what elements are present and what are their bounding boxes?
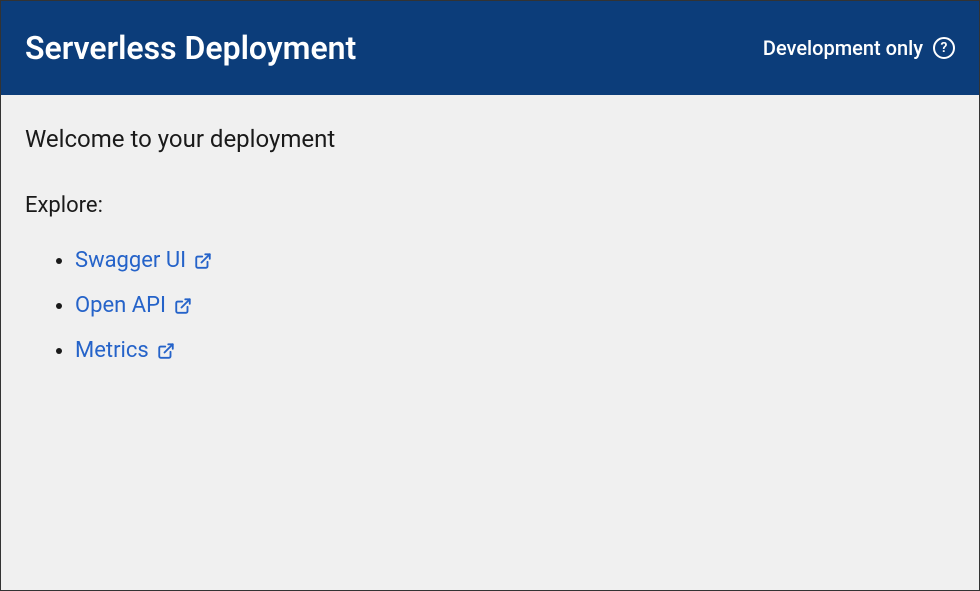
list-item: Open API — [75, 293, 955, 318]
link-label: Swagger UI — [75, 248, 186, 273]
external-link-icon — [174, 297, 192, 315]
list-item: Swagger UI — [75, 248, 955, 273]
list-item: Metrics — [75, 338, 955, 363]
help-icon[interactable]: ? — [933, 37, 955, 59]
explore-links-list: Swagger UI Open API — [25, 248, 955, 363]
external-link-icon — [194, 252, 212, 270]
main-content: Welcome to your deployment Explore: Swag… — [1, 95, 979, 413]
metrics-link[interactable]: Metrics — [75, 338, 175, 363]
external-link-icon — [157, 342, 175, 360]
welcome-message: Welcome to your deployment — [25, 125, 955, 153]
environment-badge: Development only — [763, 36, 923, 60]
page-title: Serverless Deployment — [25, 29, 356, 67]
explore-label: Explore: — [25, 193, 955, 218]
link-label: Open API — [75, 293, 166, 318]
swagger-ui-link[interactable]: Swagger UI — [75, 248, 212, 273]
open-api-link[interactable]: Open API — [75, 293, 192, 318]
header-right: Development only ? — [763, 36, 955, 60]
page-header: Serverless Deployment Development only ? — [1, 1, 979, 95]
link-label: Metrics — [75, 338, 149, 363]
